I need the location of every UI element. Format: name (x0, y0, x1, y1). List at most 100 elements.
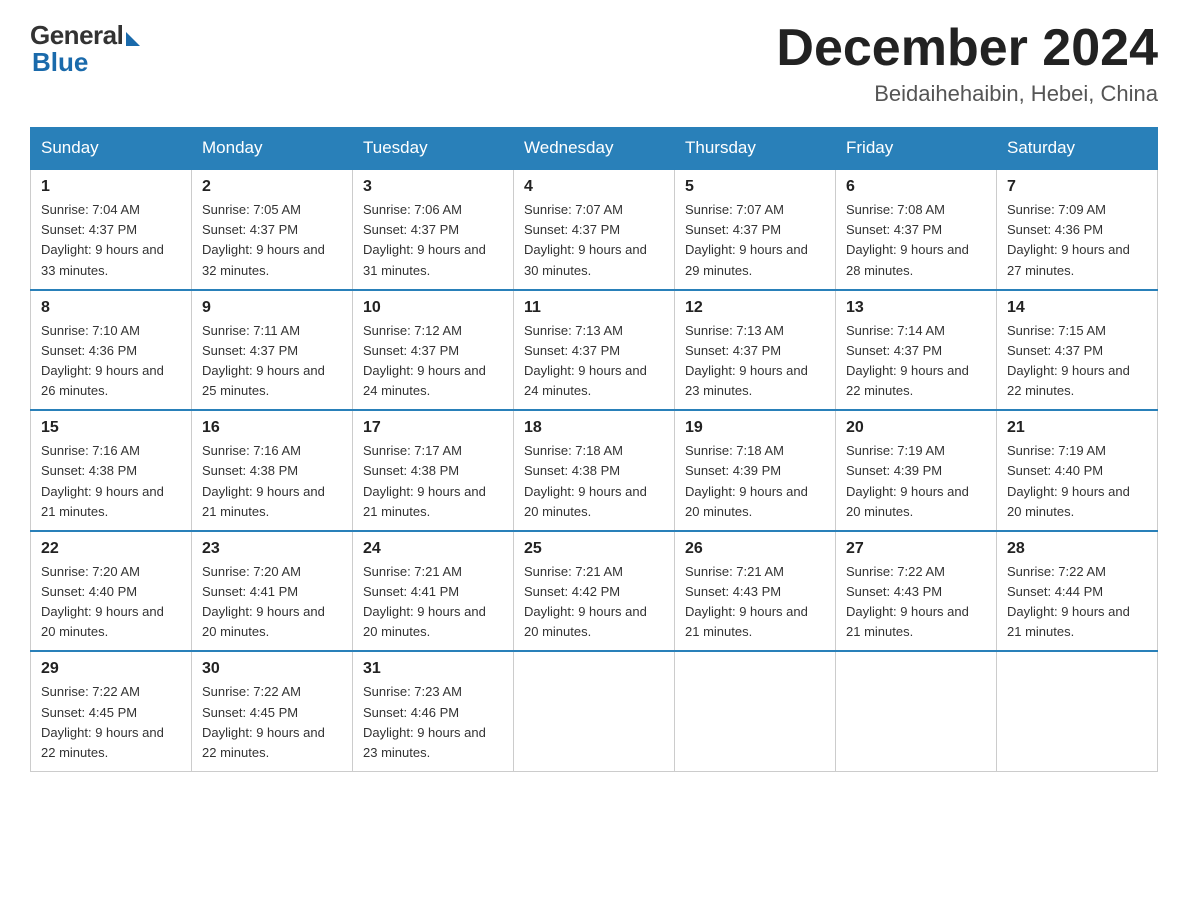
day-number: 21 (1007, 419, 1147, 437)
day-info: Sunrise: 7:14 AM Sunset: 4:37 PM Dayligh… (846, 321, 986, 402)
day-info: Sunrise: 7:09 AM Sunset: 4:36 PM Dayligh… (1007, 200, 1147, 281)
day-number: 31 (363, 660, 503, 678)
day-number: 19 (685, 419, 825, 437)
day-info: Sunrise: 7:19 AM Sunset: 4:40 PM Dayligh… (1007, 441, 1147, 522)
day-info: Sunrise: 7:12 AM Sunset: 4:37 PM Dayligh… (363, 321, 503, 402)
table-row: 14 Sunrise: 7:15 AM Sunset: 4:37 PM Dayl… (997, 290, 1158, 411)
day-number: 10 (363, 299, 503, 317)
day-number: 26 (685, 540, 825, 558)
table-row: 15 Sunrise: 7:16 AM Sunset: 4:38 PM Dayl… (31, 410, 192, 531)
table-row: 19 Sunrise: 7:18 AM Sunset: 4:39 PM Dayl… (675, 410, 836, 531)
table-row (514, 651, 675, 771)
table-row: 23 Sunrise: 7:20 AM Sunset: 4:41 PM Dayl… (192, 531, 353, 652)
calendar-table: Sunday Monday Tuesday Wednesday Thursday… (30, 127, 1158, 772)
day-number: 22 (41, 540, 181, 558)
table-row: 21 Sunrise: 7:19 AM Sunset: 4:40 PM Dayl… (997, 410, 1158, 531)
table-row: 5 Sunrise: 7:07 AM Sunset: 4:37 PM Dayli… (675, 169, 836, 290)
day-number: 7 (1007, 178, 1147, 196)
day-number: 18 (524, 419, 664, 437)
table-row (997, 651, 1158, 771)
table-row: 18 Sunrise: 7:18 AM Sunset: 4:38 PM Dayl… (514, 410, 675, 531)
day-info: Sunrise: 7:10 AM Sunset: 4:36 PM Dayligh… (41, 321, 181, 402)
day-number: 30 (202, 660, 342, 678)
day-number: 9 (202, 299, 342, 317)
day-number: 2 (202, 178, 342, 196)
day-info: Sunrise: 7:13 AM Sunset: 4:37 PM Dayligh… (685, 321, 825, 402)
calendar-header-row: Sunday Monday Tuesday Wednesday Thursday… (31, 128, 1158, 170)
table-row: 27 Sunrise: 7:22 AM Sunset: 4:43 PM Dayl… (836, 531, 997, 652)
page-header: General Blue December 2024 Beidaihehaibi… (30, 20, 1158, 107)
day-info: Sunrise: 7:22 AM Sunset: 4:43 PM Dayligh… (846, 562, 986, 643)
day-number: 24 (363, 540, 503, 558)
table-row: 12 Sunrise: 7:13 AM Sunset: 4:37 PM Dayl… (675, 290, 836, 411)
table-row: 16 Sunrise: 7:16 AM Sunset: 4:38 PM Dayl… (192, 410, 353, 531)
day-info: Sunrise: 7:16 AM Sunset: 4:38 PM Dayligh… (202, 441, 342, 522)
day-info: Sunrise: 7:11 AM Sunset: 4:37 PM Dayligh… (202, 321, 342, 402)
day-info: Sunrise: 7:17 AM Sunset: 4:38 PM Dayligh… (363, 441, 503, 522)
day-number: 6 (846, 178, 986, 196)
col-thursday: Thursday (675, 128, 836, 170)
col-friday: Friday (836, 128, 997, 170)
col-tuesday: Tuesday (353, 128, 514, 170)
day-number: 29 (41, 660, 181, 678)
logo-arrow-icon (126, 32, 140, 46)
table-row: 26 Sunrise: 7:21 AM Sunset: 4:43 PM Dayl… (675, 531, 836, 652)
day-info: Sunrise: 7:22 AM Sunset: 4:44 PM Dayligh… (1007, 562, 1147, 643)
table-row (675, 651, 836, 771)
table-row: 6 Sunrise: 7:08 AM Sunset: 4:37 PM Dayli… (836, 169, 997, 290)
day-number: 14 (1007, 299, 1147, 317)
day-number: 13 (846, 299, 986, 317)
day-info: Sunrise: 7:16 AM Sunset: 4:38 PM Dayligh… (41, 441, 181, 522)
table-row: 9 Sunrise: 7:11 AM Sunset: 4:37 PM Dayli… (192, 290, 353, 411)
table-row: 30 Sunrise: 7:22 AM Sunset: 4:45 PM Dayl… (192, 651, 353, 771)
day-info: Sunrise: 7:21 AM Sunset: 4:42 PM Dayligh… (524, 562, 664, 643)
day-number: 11 (524, 299, 664, 317)
calendar-week-row: 22 Sunrise: 7:20 AM Sunset: 4:40 PM Dayl… (31, 531, 1158, 652)
day-number: 3 (363, 178, 503, 196)
day-info: Sunrise: 7:05 AM Sunset: 4:37 PM Dayligh… (202, 200, 342, 281)
calendar-week-row: 8 Sunrise: 7:10 AM Sunset: 4:36 PM Dayli… (31, 290, 1158, 411)
day-number: 28 (1007, 540, 1147, 558)
table-row: 3 Sunrise: 7:06 AM Sunset: 4:37 PM Dayli… (353, 169, 514, 290)
col-wednesday: Wednesday (514, 128, 675, 170)
location-subtitle: Beidaihehaibin, Hebei, China (776, 81, 1158, 107)
table-row: 17 Sunrise: 7:17 AM Sunset: 4:38 PM Dayl… (353, 410, 514, 531)
day-info: Sunrise: 7:23 AM Sunset: 4:46 PM Dayligh… (363, 682, 503, 763)
calendar-week-row: 1 Sunrise: 7:04 AM Sunset: 4:37 PM Dayli… (31, 169, 1158, 290)
day-info: Sunrise: 7:21 AM Sunset: 4:43 PM Dayligh… (685, 562, 825, 643)
day-info: Sunrise: 7:18 AM Sunset: 4:38 PM Dayligh… (524, 441, 664, 522)
day-number: 25 (524, 540, 664, 558)
calendar-week-row: 29 Sunrise: 7:22 AM Sunset: 4:45 PM Dayl… (31, 651, 1158, 771)
day-info: Sunrise: 7:08 AM Sunset: 4:37 PM Dayligh… (846, 200, 986, 281)
logo: General Blue (30, 20, 140, 78)
day-number: 23 (202, 540, 342, 558)
table-row: 25 Sunrise: 7:21 AM Sunset: 4:42 PM Dayl… (514, 531, 675, 652)
table-row (836, 651, 997, 771)
day-info: Sunrise: 7:07 AM Sunset: 4:37 PM Dayligh… (524, 200, 664, 281)
logo-blue-text: Blue (30, 47, 88, 78)
table-row: 4 Sunrise: 7:07 AM Sunset: 4:37 PM Dayli… (514, 169, 675, 290)
table-row: 22 Sunrise: 7:20 AM Sunset: 4:40 PM Dayl… (31, 531, 192, 652)
table-row: 7 Sunrise: 7:09 AM Sunset: 4:36 PM Dayli… (997, 169, 1158, 290)
day-info: Sunrise: 7:20 AM Sunset: 4:41 PM Dayligh… (202, 562, 342, 643)
col-monday: Monday (192, 128, 353, 170)
day-info: Sunrise: 7:18 AM Sunset: 4:39 PM Dayligh… (685, 441, 825, 522)
col-sunday: Sunday (31, 128, 192, 170)
day-info: Sunrise: 7:13 AM Sunset: 4:37 PM Dayligh… (524, 321, 664, 402)
month-year-title: December 2024 (776, 20, 1158, 77)
day-number: 8 (41, 299, 181, 317)
calendar-week-row: 15 Sunrise: 7:16 AM Sunset: 4:38 PM Dayl… (31, 410, 1158, 531)
table-row: 24 Sunrise: 7:21 AM Sunset: 4:41 PM Dayl… (353, 531, 514, 652)
day-info: Sunrise: 7:22 AM Sunset: 4:45 PM Dayligh… (41, 682, 181, 763)
table-row: 10 Sunrise: 7:12 AM Sunset: 4:37 PM Dayl… (353, 290, 514, 411)
table-row: 1 Sunrise: 7:04 AM Sunset: 4:37 PM Dayli… (31, 169, 192, 290)
table-row: 13 Sunrise: 7:14 AM Sunset: 4:37 PM Dayl… (836, 290, 997, 411)
day-number: 12 (685, 299, 825, 317)
day-info: Sunrise: 7:19 AM Sunset: 4:39 PM Dayligh… (846, 441, 986, 522)
table-row: 11 Sunrise: 7:13 AM Sunset: 4:37 PM Dayl… (514, 290, 675, 411)
title-block: December 2024 Beidaihehaibin, Hebei, Chi… (776, 20, 1158, 107)
table-row: 28 Sunrise: 7:22 AM Sunset: 4:44 PM Dayl… (997, 531, 1158, 652)
day-info: Sunrise: 7:22 AM Sunset: 4:45 PM Dayligh… (202, 682, 342, 763)
day-number: 4 (524, 178, 664, 196)
table-row: 2 Sunrise: 7:05 AM Sunset: 4:37 PM Dayli… (192, 169, 353, 290)
